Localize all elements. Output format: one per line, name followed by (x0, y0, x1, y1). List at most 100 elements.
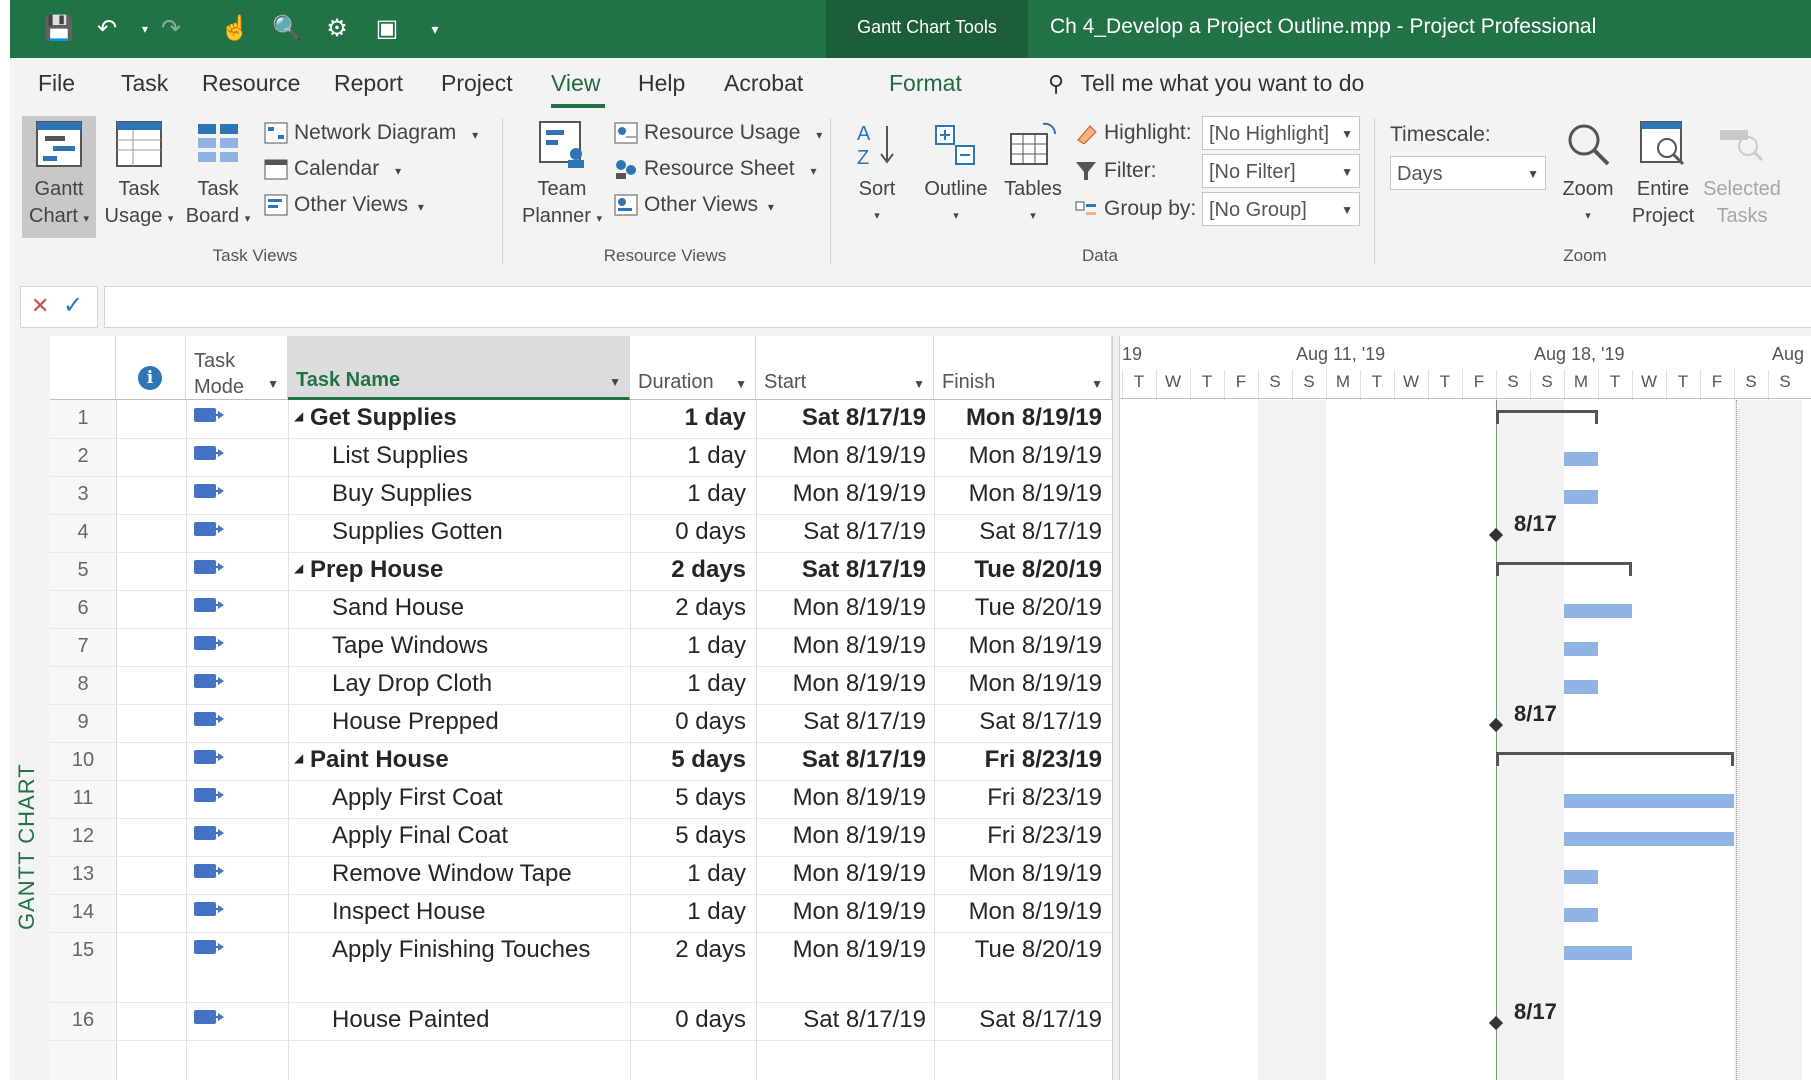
finish-cell[interactable]: Mon 8/19/19 (934, 670, 1102, 698)
collapse-triangle-icon[interactable]: ◢ (294, 409, 303, 423)
task-name-cell[interactable]: Apply First Coat (332, 784, 503, 812)
start-cell[interactable]: Mon 8/19/19 (756, 898, 926, 926)
other-task-views-button[interactable]: Other Views ▾ (264, 190, 424, 220)
finish-cell[interactable]: Mon 8/19/19 (934, 442, 1102, 470)
duration-cell[interactable]: 0 days (630, 518, 746, 546)
row-number[interactable]: 16 (50, 1009, 116, 1032)
finish-cell[interactable]: Tue 8/20/19 (934, 936, 1102, 964)
task-board-button[interactable]: Task Board ▾ (180, 116, 256, 238)
row-number[interactable]: 1 (50, 407, 116, 430)
outline-button[interactable]: Outline ▾ (918, 116, 994, 238)
collapse-triangle-icon[interactable]: ◢ (294, 561, 303, 575)
duration-cell[interactable]: 5 days (630, 784, 746, 812)
finish-cell[interactable]: Tue 8/20/19 (934, 594, 1102, 622)
highlight-dropdown[interactable]: [No Highlight] ▼ (1202, 116, 1360, 150)
start-cell[interactable]: Mon 8/19/19 (756, 822, 926, 850)
duration-cell[interactable]: 2 days (630, 594, 746, 622)
header-finish[interactable]: Finish ▼ (934, 336, 1112, 400)
print-preview-icon[interactable]: 🔍 (272, 14, 302, 44)
view-divider[interactable] (1112, 336, 1120, 1080)
duration-cell[interactable]: 2 days (630, 556, 746, 584)
tables-button[interactable]: Tables ▾ (998, 116, 1068, 238)
row-number[interactable]: 14 (50, 901, 116, 924)
team-planner-button[interactable]: Team Planner ▾ (518, 116, 606, 238)
selected-tasks-button[interactable]: Selected Tasks (1700, 116, 1784, 238)
customize-qat-icon[interactable]: ▾ (420, 14, 450, 44)
tab-file[interactable]: File (38, 70, 75, 97)
start-cell[interactable]: Sat 8/17/19 (756, 746, 926, 774)
duration-cell[interactable]: 1 day (630, 670, 746, 698)
tell-me-search[interactable]: ⚲ Tell me what you want to do (1048, 70, 1364, 97)
task-name-cell[interactable]: Get Supplies (310, 404, 457, 432)
task-name-cell[interactable]: House Painted (332, 1006, 489, 1034)
finish-cell[interactable]: Sat 8/17/19 (934, 1006, 1102, 1034)
row-number[interactable]: 5 (50, 559, 116, 582)
touch-mode-icon[interactable]: ☝ (220, 14, 250, 44)
group-by-dropdown[interactable]: [No Group] ▼ (1202, 192, 1360, 226)
header-row-selector[interactable] (50, 336, 116, 400)
task-name-cell[interactable]: List Supplies (332, 442, 468, 470)
task-name-cell[interactable]: Lay Drop Cloth (332, 670, 492, 698)
resource-usage-button[interactable]: Resource Usage ▾ (614, 118, 822, 148)
row-number[interactable]: 7 (50, 635, 116, 658)
finish-cell[interactable]: Fri 8/23/19 (934, 784, 1102, 812)
tab-report[interactable]: Report (334, 70, 403, 97)
duration-cell[interactable]: 5 days (630, 746, 746, 774)
other-resource-views-button[interactable]: Other Views ▾ (614, 190, 774, 220)
screenshot-icon[interactable]: ▣ (372, 14, 402, 44)
finish-cell[interactable]: Mon 8/19/19 (934, 632, 1102, 660)
tab-task[interactable]: Task (121, 70, 168, 97)
sync-icon[interactable]: ⚙ (322, 14, 352, 44)
tab-acrobat[interactable]: Acrobat (724, 70, 803, 97)
row-number[interactable]: 13 (50, 863, 116, 886)
collapse-triangle-icon[interactable]: ◢ (294, 751, 303, 765)
gantt-chart-button[interactable]: Gantt Chart ▾ (22, 116, 96, 238)
undo-icon[interactable]: ↶ (92, 14, 122, 44)
start-cell[interactable]: Sat 8/17/19 (756, 708, 926, 736)
entire-project-button[interactable]: Entire Project (1626, 116, 1700, 238)
finish-cell[interactable]: Sat 8/17/19 (934, 518, 1102, 546)
tab-view[interactable]: View (551, 70, 600, 97)
tab-format[interactable]: Format (889, 70, 962, 97)
row-number[interactable]: 6 (50, 597, 116, 620)
start-cell[interactable]: Sat 8/17/19 (756, 1006, 926, 1034)
network-diagram-button[interactable]: Network Diagram ▾ (264, 118, 478, 148)
sort-button[interactable]: AZ Sort ▾ (844, 116, 910, 238)
duration-cell[interactable]: 0 days (630, 708, 746, 736)
resource-sheet-button[interactable]: Resource Sheet ▾ (614, 154, 816, 184)
finish-cell[interactable]: Sat 8/17/19 (934, 708, 1102, 736)
task-name-cell[interactable]: Prep House (310, 556, 443, 584)
task-name-cell[interactable]: Inspect House (332, 898, 485, 926)
task-usage-button[interactable]: Task Usage ▾ (104, 116, 174, 238)
duration-cell[interactable]: 1 day (630, 480, 746, 508)
duration-cell[interactable]: 5 days (630, 822, 746, 850)
row-number[interactable]: 11 (50, 787, 116, 810)
start-cell[interactable]: Mon 8/19/19 (756, 442, 926, 470)
finish-cell[interactable]: Fri 8/23/19 (934, 822, 1102, 850)
cancel-icon[interactable]: ✕ (31, 293, 49, 319)
row-number[interactable]: 9 (50, 711, 116, 734)
task-name-cell[interactable]: House Prepped (332, 708, 499, 736)
entry-field[interactable] (104, 286, 1811, 328)
header-indicators[interactable]: i (116, 336, 186, 400)
duration-cell[interactable]: 1 day (630, 898, 746, 926)
start-cell[interactable]: Mon 8/19/19 (756, 594, 926, 622)
row-number[interactable]: 8 (50, 673, 116, 696)
header-task-mode[interactable]: Task Mode ▼ (186, 336, 288, 400)
redo-icon[interactable]: ↷ (156, 14, 186, 44)
task-name-cell[interactable]: Tape Windows (332, 632, 488, 660)
finish-cell[interactable]: Mon 8/19/19 (934, 404, 1102, 432)
timescale-dropdown[interactable]: Days ▼ (1390, 156, 1546, 190)
header-task-name[interactable]: Task Name ▼ (288, 336, 630, 400)
task-name-cell[interactable]: Buy Supplies (332, 480, 472, 508)
start-cell[interactable]: Mon 8/19/19 (756, 936, 926, 964)
row-number[interactable]: 10 (50, 749, 116, 772)
task-name-cell[interactable]: Sand House (332, 594, 464, 622)
task-name-cell[interactable]: Remove Window Tape (332, 860, 572, 888)
finish-cell[interactable]: Mon 8/19/19 (934, 480, 1102, 508)
start-cell[interactable]: Mon 8/19/19 (756, 632, 926, 660)
start-cell[interactable]: Sat 8/17/19 (756, 404, 926, 432)
task-name-cell[interactable]: Supplies Gotten (332, 518, 503, 546)
filter-dropdown[interactable]: [No Filter] ▼ (1202, 154, 1360, 188)
start-cell[interactable]: Mon 8/19/19 (756, 670, 926, 698)
